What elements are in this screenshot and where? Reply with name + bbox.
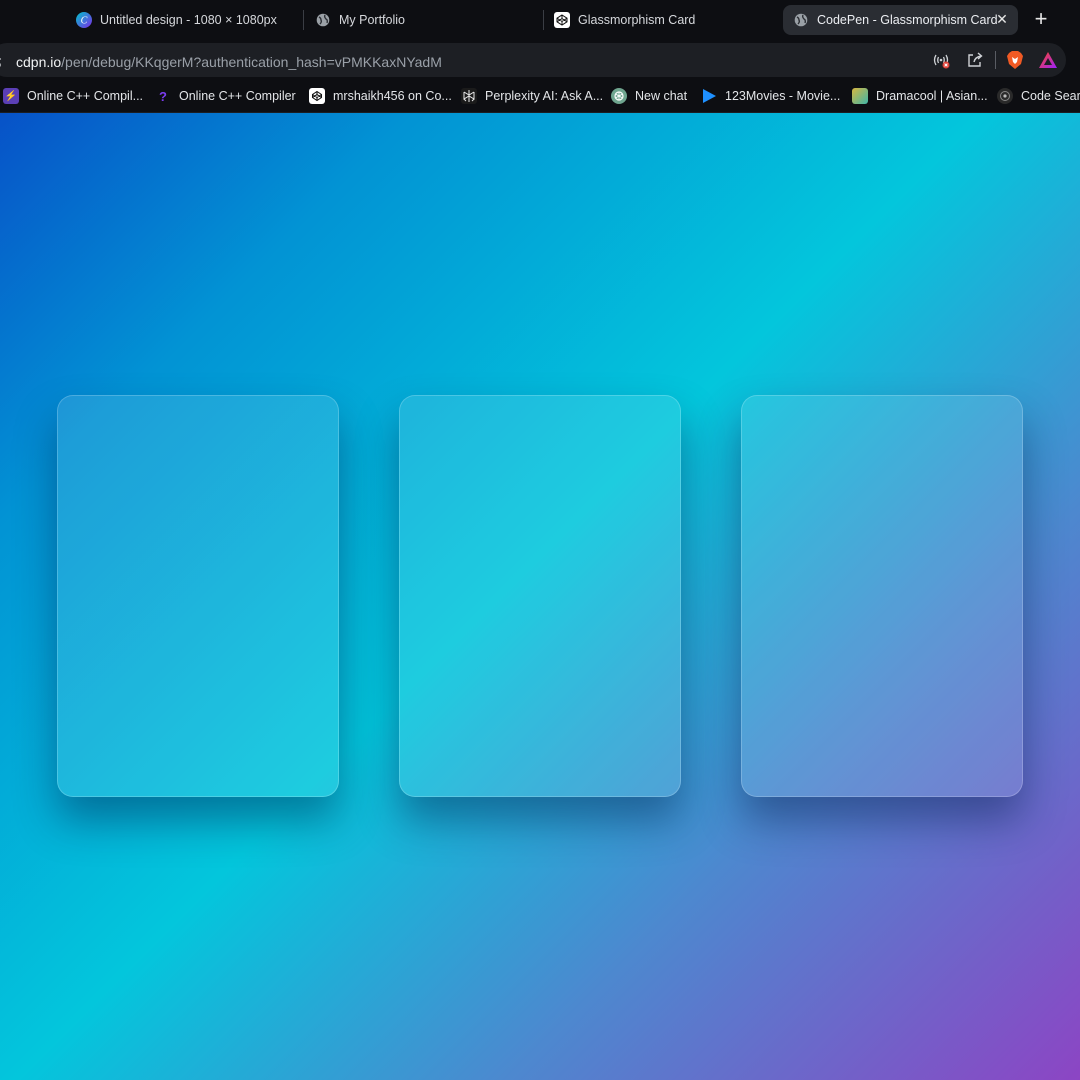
tab-strip: C Untitled design - 1080 × 1080px My Por… — [0, 0, 1080, 40]
glass-card-1 — [57, 395, 339, 797]
codepen-icon — [554, 12, 570, 28]
bookmark-label: Online C++ Compiler — [179, 89, 296, 103]
perplexity-icon — [461, 88, 477, 104]
glass-card-2 — [399, 395, 681, 797]
media-blocked-icon[interactable] — [931, 50, 951, 70]
svg-text:C: C — [81, 16, 88, 27]
tab-canva[interactable]: C Untitled design - 1080 × 1080px — [66, 5, 296, 35]
bookmark-new-chat[interactable]: New chat — [611, 86, 687, 106]
tab-separator — [303, 10, 304, 30]
tab-title: Untitled design - 1080 × 1080px — [100, 13, 277, 27]
share-icon[interactable] — [965, 50, 985, 70]
globe-icon — [315, 12, 331, 28]
url-host: cdpn.io — [16, 54, 62, 70]
bookmark-code-search[interactable]: Code Search — [997, 86, 1080, 106]
tab-portfolio[interactable]: My Portfolio — [305, 5, 535, 35]
url-text[interactable]: cdpn.io/pen/debug/KKqgerM?authentication… — [16, 54, 442, 70]
bookmark-mrshaikh456-codepen[interactable]: mrshaikh456 on Co... — [309, 86, 452, 106]
bookmark-online-cpp-compiler-2[interactable]: ? Online C++ Compiler — [155, 86, 296, 106]
toolbar-separator — [995, 51, 996, 69]
brave-rewards-icon[interactable] — [1038, 50, 1058, 70]
canva-icon: C — [76, 12, 92, 28]
page-viewport — [0, 113, 1080, 1080]
openai-icon — [611, 88, 627, 104]
bookmark-label: Code Search — [1021, 89, 1080, 103]
new-tab-button[interactable]: + — [1030, 8, 1052, 30]
bookmark-label: New chat — [635, 89, 688, 103]
url-path: /pen/debug/KKqgerM?authentication_hash=v… — [61, 54, 442, 70]
bookmark-label: 123Movies - Movie... — [725, 89, 841, 103]
bookmark-label: mrshaikh456 on Co... — [333, 89, 452, 103]
site-settings-icon[interactable] — [0, 55, 2, 69]
bookmark-label: Online C++ Compil... — [27, 89, 144, 103]
question-icon: ? — [159, 88, 167, 104]
code-search-icon — [997, 88, 1013, 104]
tab-title: CodePen - Glassmorphism Card — [817, 13, 998, 27]
brave-shields-icon[interactable] — [1005, 50, 1025, 70]
bookmark-perplexity[interactable]: Perplexity AI: Ask A... — [461, 86, 603, 106]
tab-codepen-active[interactable]: CodePen - Glassmorphism Card ✕ — [783, 5, 1018, 35]
glass-card-3 — [741, 395, 1023, 797]
globe-icon — [793, 12, 809, 28]
tab-title: My Portfolio — [339, 13, 405, 27]
tab-title: Glassmorphism Card — [578, 13, 696, 27]
bookmark-123movies[interactable]: 123Movies - Movie... — [701, 86, 840, 106]
bookmark-label: Perplexity AI: Ask A... — [485, 89, 604, 103]
tab-glassmorphism[interactable]: Glassmorphism Card — [544, 5, 774, 35]
dramacool-icon — [852, 88, 868, 104]
bolt-icon: ⚡ — [3, 88, 19, 104]
play-icon — [701, 88, 717, 104]
toolbar: cdpn.io/pen/debug/KKqgerM?authentication… — [0, 40, 1080, 80]
codepen-icon — [309, 88, 325, 104]
bookmark-label: Dramacool | Asian... — [876, 89, 988, 103]
close-tab-icon[interactable]: ✕ — [994, 11, 1010, 27]
bookmark-online-cpp-compiler-1[interactable]: ⚡ Online C++ Compil... — [3, 86, 143, 106]
bookmark-dramacool[interactable]: Dramacool | Asian... — [852, 86, 988, 106]
address-bar[interactable]: cdpn.io/pen/debug/KKqgerM?authentication… — [0, 43, 1066, 77]
bookmarks-bar: ⚡ Online C++ Compil... ? Online C++ Comp… — [0, 80, 1080, 113]
